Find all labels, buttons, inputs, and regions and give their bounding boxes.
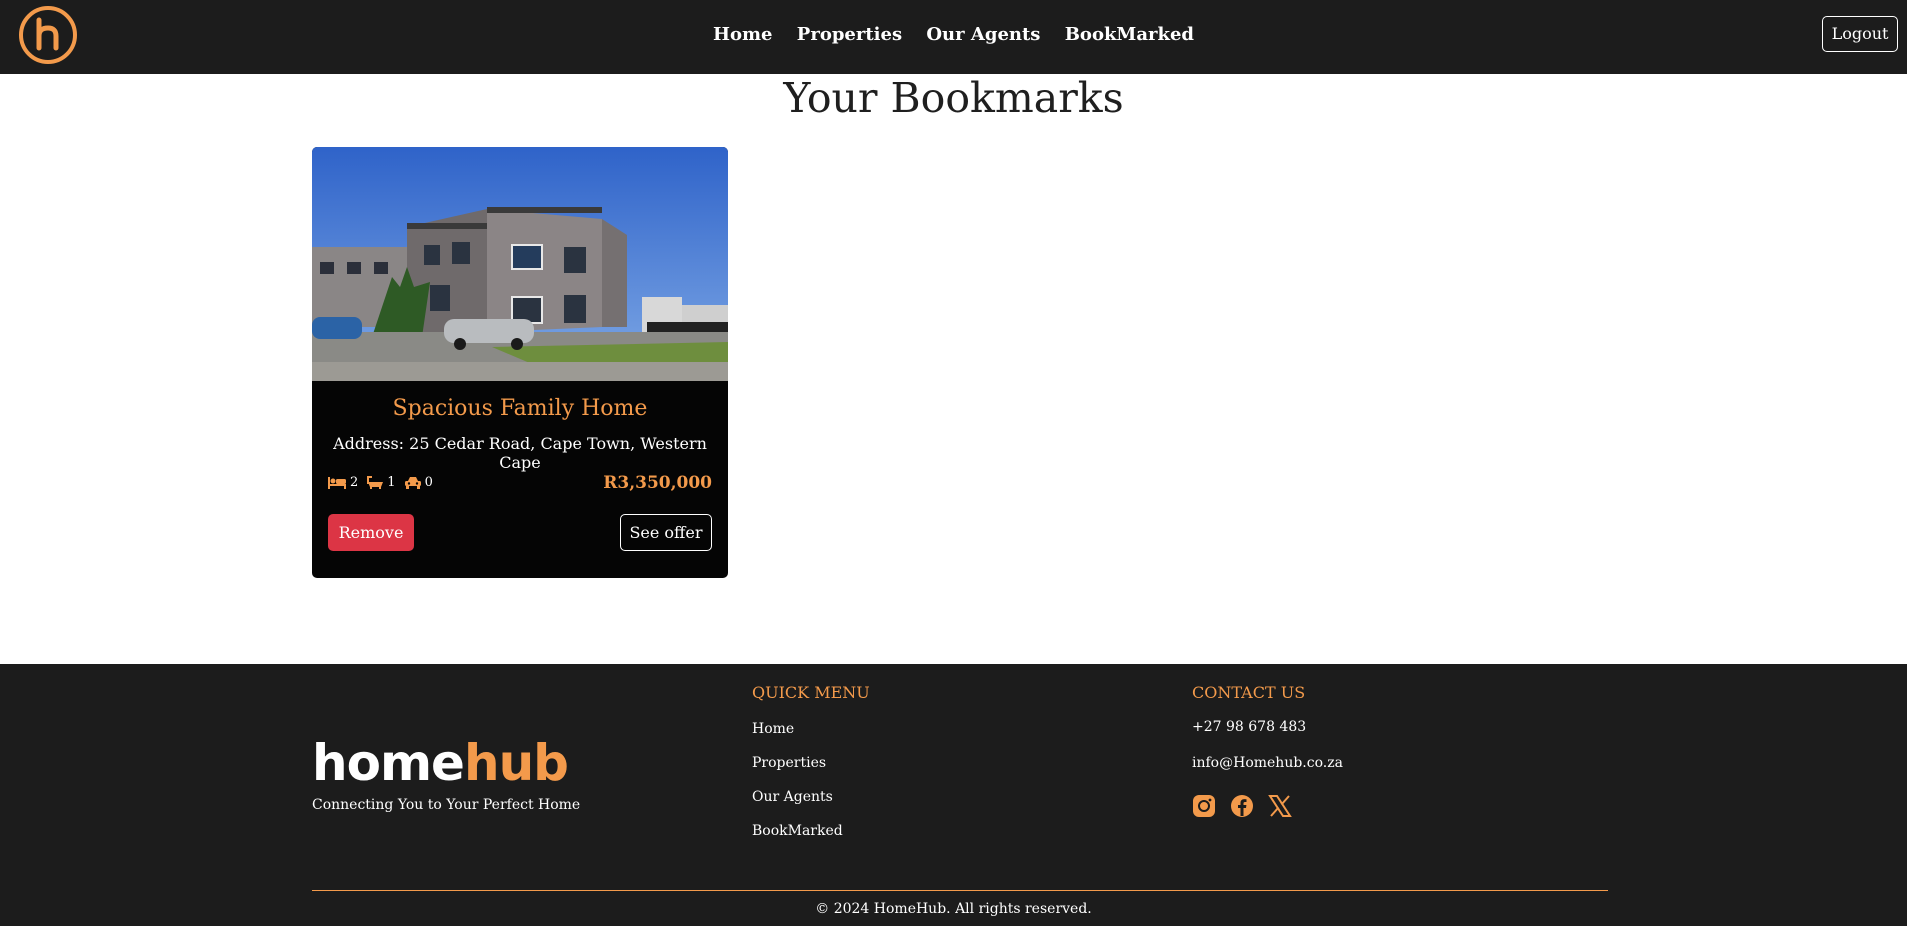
footer: homehub Connecting You to Your Perfect H…	[0, 664, 1907, 926]
brand-home-text: home	[312, 734, 465, 792]
nav-link-bookmarked[interactable]: BookMarked	[1065, 24, 1194, 45]
remove-bookmark-button[interactable]: Remove	[328, 514, 414, 551]
property-title[interactable]: Spacious Family Home	[312, 396, 728, 421]
bedroom-count: 2	[350, 475, 359, 490]
nav-link-home[interactable]: Home	[713, 24, 773, 45]
bathroom-count: 1	[387, 475, 396, 490]
instagram-icon[interactable]	[1192, 794, 1216, 818]
contact-us-heading: CONTACT US	[1192, 683, 1306, 702]
bedroom-feature: 2	[328, 475, 358, 490]
bath-icon	[367, 476, 384, 489]
navbar: Home Properties Our Agents BookMarked Lo…	[0, 0, 1907, 74]
bookmark-card: Spacious Family Home Address: 25 Cedar R…	[312, 147, 728, 578]
brand-hub-text: hub	[463, 734, 569, 792]
property-features: 2 1 0	[328, 475, 442, 490]
page-title: Your Bookmarks	[783, 74, 1124, 122]
property-address: Address: 25 Cedar Road, Cape Town, Weste…	[333, 434, 707, 472]
contact-email[interactable]: info@Homehub.co.za	[1192, 755, 1343, 771]
see-offer-button[interactable]: See offer	[620, 514, 712, 551]
footer-divider	[312, 890, 1608, 891]
facebook-icon[interactable]	[1230, 794, 1254, 818]
bathroom-feature: 1	[367, 475, 396, 490]
copyright-text: © 2024 HomeHub. All rights reserved.	[815, 901, 1092, 917]
garage-count: 0	[424, 475, 433, 490]
footer-link-our-agents[interactable]: Our Agents	[752, 789, 833, 805]
logout-button[interactable]: Logout	[1822, 16, 1898, 52]
footer-brand-logo: homehub	[312, 733, 569, 793]
footer-link-properties[interactable]: Properties	[752, 755, 826, 771]
footer-link-bookmarked[interactable]: BookMarked	[752, 823, 843, 839]
quick-menu-heading: QUICK MENU	[752, 683, 870, 702]
garage-feature: 0	[404, 475, 433, 490]
footer-link-home[interactable]: Home	[752, 721, 794, 737]
nav-link-properties[interactable]: Properties	[797, 24, 902, 45]
main-nav: Home Properties Our Agents BookMarked	[0, 24, 1907, 45]
contact-phone: +27 98 678 483	[1192, 719, 1307, 735]
bed-icon	[328, 476, 346, 489]
x-icon[interactable]	[1268, 794, 1292, 818]
property-price: R3,350,000	[603, 473, 712, 493]
footer-tagline: Connecting You to Your Perfect Home	[312, 797, 581, 813]
car-icon	[404, 476, 421, 489]
property-photo	[312, 147, 728, 381]
nav-link-our-agents[interactable]: Our Agents	[926, 24, 1040, 45]
